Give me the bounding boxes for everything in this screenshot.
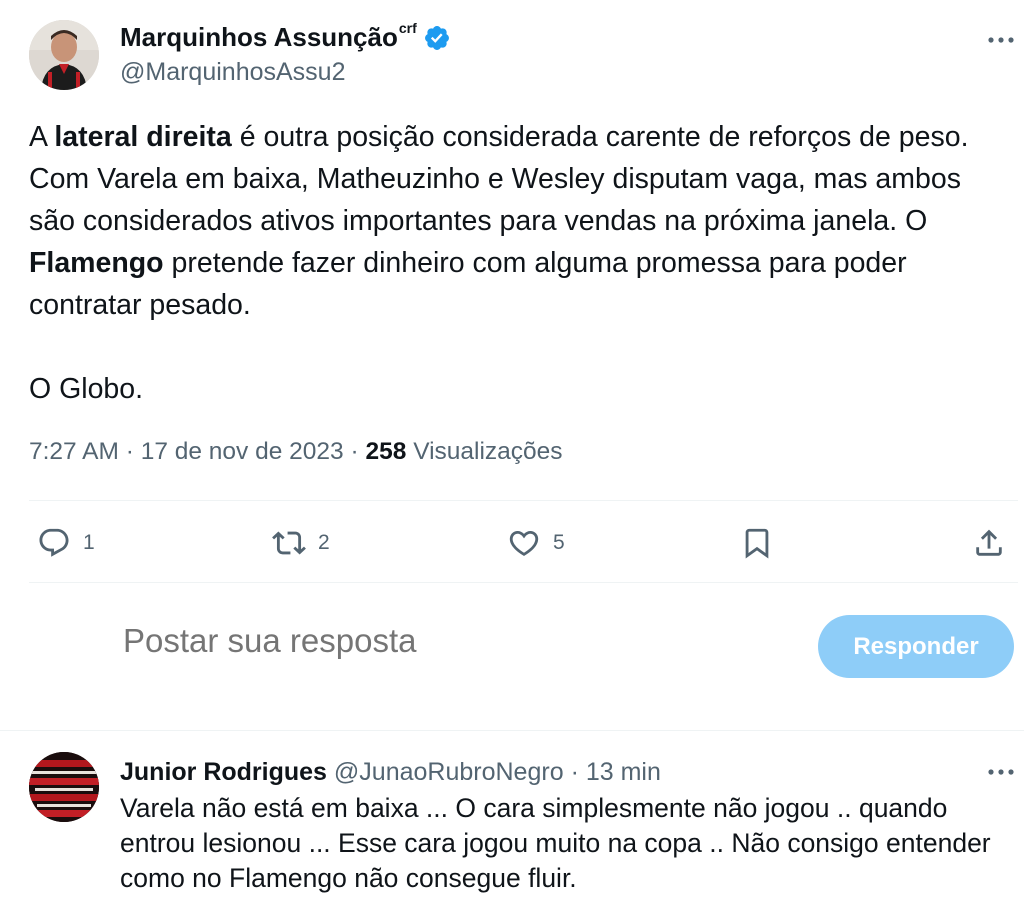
more-horizontal-icon [988,37,1014,43]
bookmark-button[interactable] [740,523,774,563]
bookmark-icon [745,528,769,559]
tweet-detail-page: Marquinhos Assunção crf @MarquinhosAssu2 … [0,0,1024,905]
author-avatar[interactable] [29,20,99,90]
divider [0,730,1024,731]
meta-separator: · [350,438,359,465]
retweet-button[interactable]: 2 [272,523,330,563]
meta-separator: · [125,438,134,465]
tweet-text-bold-lateral: lateral direita [54,121,232,153]
reply-time[interactable]: 13 min [586,758,661,786]
respond-button[interactable]: Responder [818,615,1014,678]
reply-input[interactable] [123,622,723,660]
divider [29,582,1018,583]
verified-badge-icon[interactable] [423,24,451,52]
more-options-button[interactable] [981,25,1021,55]
more-horizontal-icon [988,769,1014,775]
author-name-suffix: crf [398,19,417,36]
share-button[interactable] [972,523,1006,563]
reply-author-avatar[interactable] [29,752,99,822]
divider [29,500,1018,501]
share-upload-icon [976,529,1002,556]
reply-bubble-icon [39,528,69,557]
reply-author-name[interactable]: Junior Rodrigues [120,758,327,786]
retweet-count: 2 [318,531,330,554]
tweet-text-part: A [29,121,55,153]
author-name[interactable]: Marquinhos Assunção crf [120,19,451,53]
tweet-meta: 7:27 AM · 17 de nov de 2023 · 258 Visual… [29,438,563,466]
tweet-time[interactable]: 7:27 AM [29,438,119,465]
heart-icon [509,530,539,556]
views-label[interactable]: Visualizações [413,438,562,465]
reply-text: Varela não está em baixa ... O cara simp… [120,793,991,893]
like-button[interactable]: 5 [507,523,565,563]
tweet-date[interactable]: 17 de nov de 2023 [141,438,344,465]
tweet-text-bold-flamengo: Flamengo [29,247,164,279]
reply-separator: · [570,758,579,786]
reply-header: Junior Rodrigues @JunaoRubroNegro · 13 m… [120,758,661,787]
retweet-icon [272,531,306,555]
reply-more-options-button[interactable] [981,757,1021,787]
like-count: 5 [553,531,565,554]
views-count[interactable]: 258 [365,438,406,465]
author-handle[interactable]: @MarquinhosAssu2 [120,58,346,87]
author-name-text: Marquinhos Assunção [120,22,398,52]
reply-button[interactable]: 1 [37,523,95,563]
reply-author-handle[interactable]: @JunaoRubroNegro [334,758,564,786]
tweet-source-line: O Globo. [29,373,144,405]
reply-count: 1 [83,531,95,554]
tweet-text: A lateral direita é outra posição consid… [29,116,1014,326]
